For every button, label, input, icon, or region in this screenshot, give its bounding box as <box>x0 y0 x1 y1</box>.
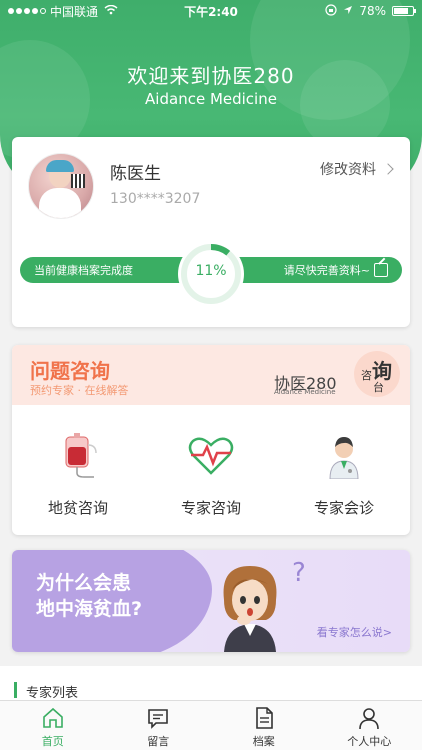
completion-label: 当前健康档案完成度 <box>34 264 133 277</box>
tab-bar: 首页 留言 档案 个人中心 <box>0 700 422 750</box>
service-thalassemia-consult[interactable]: 地贫咨询 <box>12 419 144 529</box>
thinking-girl-illustration <box>210 560 290 652</box>
service-label: 地贫咨询 <box>47 499 108 517</box>
consult-banner[interactable]: 问题咨询 预约专家 · 在线解答 协医280 Aidance Medicine … <box>12 345 410 405</box>
section-marker <box>14 682 17 698</box>
tab-label: 留言 <box>147 735 170 748</box>
status-bar: 中国联通 下午2:40 78% <box>0 0 422 22</box>
clock: 下午2:40 <box>184 4 238 19</box>
tab-messages[interactable]: 留言 <box>106 701 212 750</box>
battery-level <box>394 8 408 14</box>
service-expert-consult[interactable]: 专家咨询 <box>145 419 277 529</box>
completion-ring: 11% <box>178 241 244 307</box>
message-icon <box>146 706 170 730</box>
avatar[interactable] <box>28 153 94 219</box>
consult-card: 问题咨询 预约专家 · 在线解答 协医280 Aidance Medicine … <box>12 345 410 535</box>
tab-profile[interactable]: 个人中心 <box>317 701 422 750</box>
badge-char: 台 <box>373 381 384 394</box>
edit-profile-label: 修改资料 <box>320 162 376 178</box>
tab-records[interactable]: 档案 <box>211 701 317 750</box>
profile-phone: 130****3207 <box>110 191 201 207</box>
service-expert-consultation[interactable]: 专家会诊 <box>278 419 410 529</box>
complete-prompt: 请尽快完善资料~ <box>283 264 370 277</box>
promo-line-1: 为什么会患 <box>36 572 132 594</box>
consult-subtitle: 预约专家 · 在线解答 <box>30 384 129 397</box>
heart-pulse-icon <box>187 431 235 479</box>
brand-name-en: Aidance Medicine <box>274 388 336 396</box>
doctor-icon <box>320 431 368 480</box>
promo-more-link[interactable]: 看专家怎么说> <box>317 624 392 640</box>
profile-card: 陈医生 130****3207 修改资料 当前健康档案完成度 请尽快完善资料~ … <box>12 137 410 327</box>
person-icon <box>357 706 381 730</box>
badge-char: 咨 <box>361 369 372 382</box>
expert-list-title: 专家列表 <box>26 686 79 701</box>
chevron-right-icon <box>382 163 394 175</box>
tab-label: 档案 <box>252 735 275 748</box>
tab-label: 个人中心 <box>347 735 392 748</box>
edit-icon <box>374 263 388 277</box>
profile-name: 陈医生 <box>110 164 161 184</box>
document-icon <box>252 706 276 730</box>
home-icon <box>41 706 65 730</box>
tab-label: 首页 <box>41 735 64 748</box>
welcome-title: 欢迎来到协医280 <box>127 64 295 88</box>
edit-profile-link[interactable]: 修改资料 <box>320 159 394 179</box>
consult-title: 问题咨询 <box>30 359 110 383</box>
completion-value: 11% <box>195 263 227 279</box>
promo-line-2: 地中海贫血? <box>36 598 143 620</box>
question-mark: ? <box>292 558 306 588</box>
tab-home[interactable]: 首页 <box>0 701 106 750</box>
expert-list-section: 专家列表 <box>0 666 422 701</box>
blood-bag-icon <box>54 431 102 479</box>
welcome-subtitle: Aidance Medicine <box>145 90 277 108</box>
service-label: 专家会诊 <box>313 499 374 517</box>
complete-profile-button[interactable]: 请尽快完善资料~ <box>284 262 388 278</box>
thalassemia-promo-banner[interactable]: 为什么会患 地中海贫血? ? 看专家怎么说> <box>12 550 410 652</box>
battery-icon <box>392 6 416 16</box>
service-label: 专家咨询 <box>180 499 241 517</box>
